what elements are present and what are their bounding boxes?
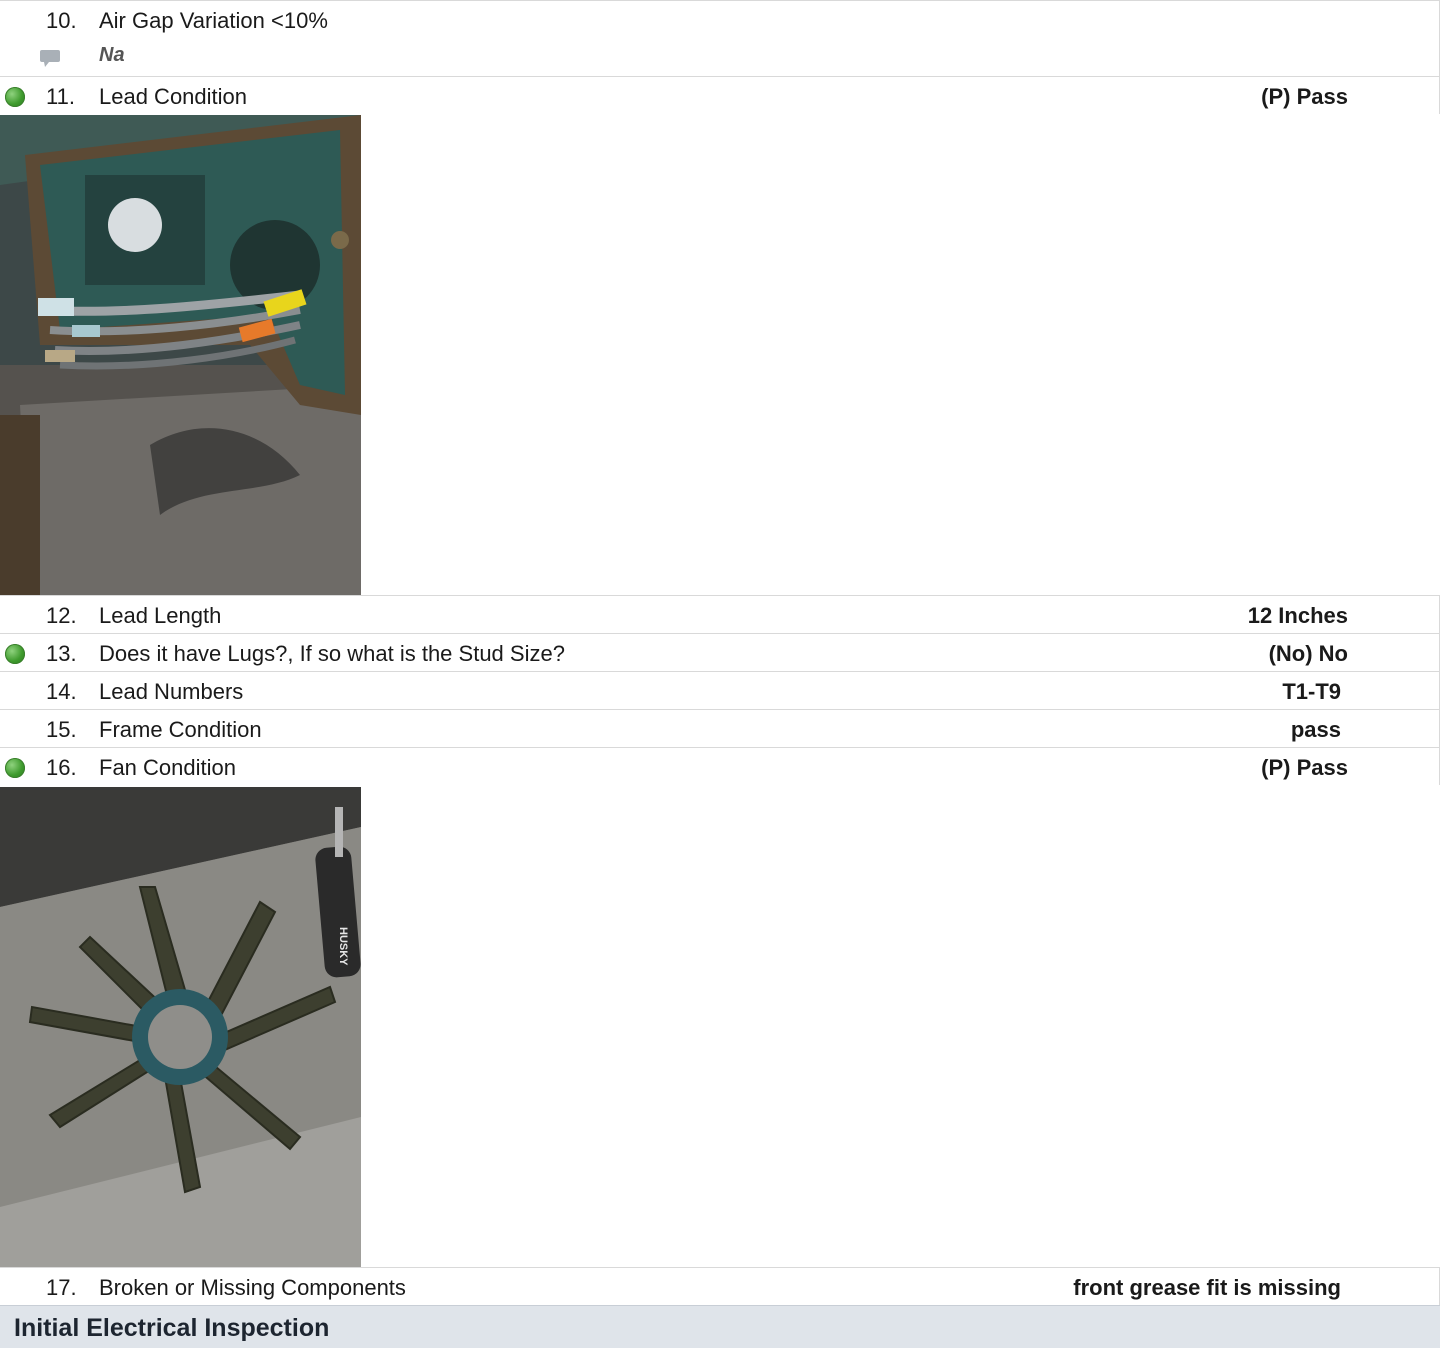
item-label: Air Gap Variation <10% [99,8,328,33]
item-number: 15. [46,717,77,742]
inspection-row: 14. Lead Numbers T1-T9 [0,671,1440,709]
section-title: Initial Electrical Inspection [14,1314,330,1342]
item-label: Does it have Lugs?, If so what is the St… [99,641,565,666]
item-value: pass [1290,717,1341,742]
item-value: (P) Pass [1261,755,1348,780]
item-number: 16. [46,755,77,780]
inspection-row: 13. Does it have Lugs?, If so what is th… [0,633,1440,671]
lead-condition-photo[interactable] [0,115,361,595]
section-header: Initial Electrical Inspection [0,1305,1440,1348]
inspection-row: 11. Lead Condition (P) Pass [0,76,1440,114]
inspection-row: 12. Lead Length 12 Inches [0,595,1440,633]
inspection-row: 16. Fan Condition (P) Pass [0,747,1440,785]
pass-status-icon [5,758,25,778]
inspection-row: 10. Air Gap Variation <10% Na [0,0,1440,76]
item-label: Lead Numbers [99,679,244,704]
inspection-row: 15. Frame Condition pass [0,709,1440,747]
item-label: Frame Condition [99,717,262,742]
item-value: (No) No [1268,641,1348,666]
pass-status-icon [5,87,25,107]
item-number: 11. [46,84,75,109]
item-label: Broken or Missing Components [99,1275,406,1300]
fan-condition-photo[interactable]: HUSKY [0,787,361,1267]
tool-brand-text: HUSKY [337,927,349,966]
inspection-row: 17. Broken or Missing Components front g… [0,1267,1440,1305]
item-note: Na [99,44,125,66]
item-label: Fan Condition [99,755,236,780]
item-value: 12 Inches [1247,603,1348,628]
item-number: 10. [46,8,77,33]
comment-icon [40,50,60,67]
item-value: front grease fit is missing [1073,1275,1341,1300]
item-label: Lead Condition [99,84,248,109]
item-number: 13. [46,641,77,666]
item-label: Lead Length [99,603,222,628]
pass-status-icon [5,644,25,664]
item-number: 14. [46,679,77,704]
item-number: 12. [46,603,77,628]
item-value: T1-T9 [1282,679,1341,704]
item-value: (P) Pass [1261,84,1348,109]
item-number: 17. [46,1275,77,1300]
